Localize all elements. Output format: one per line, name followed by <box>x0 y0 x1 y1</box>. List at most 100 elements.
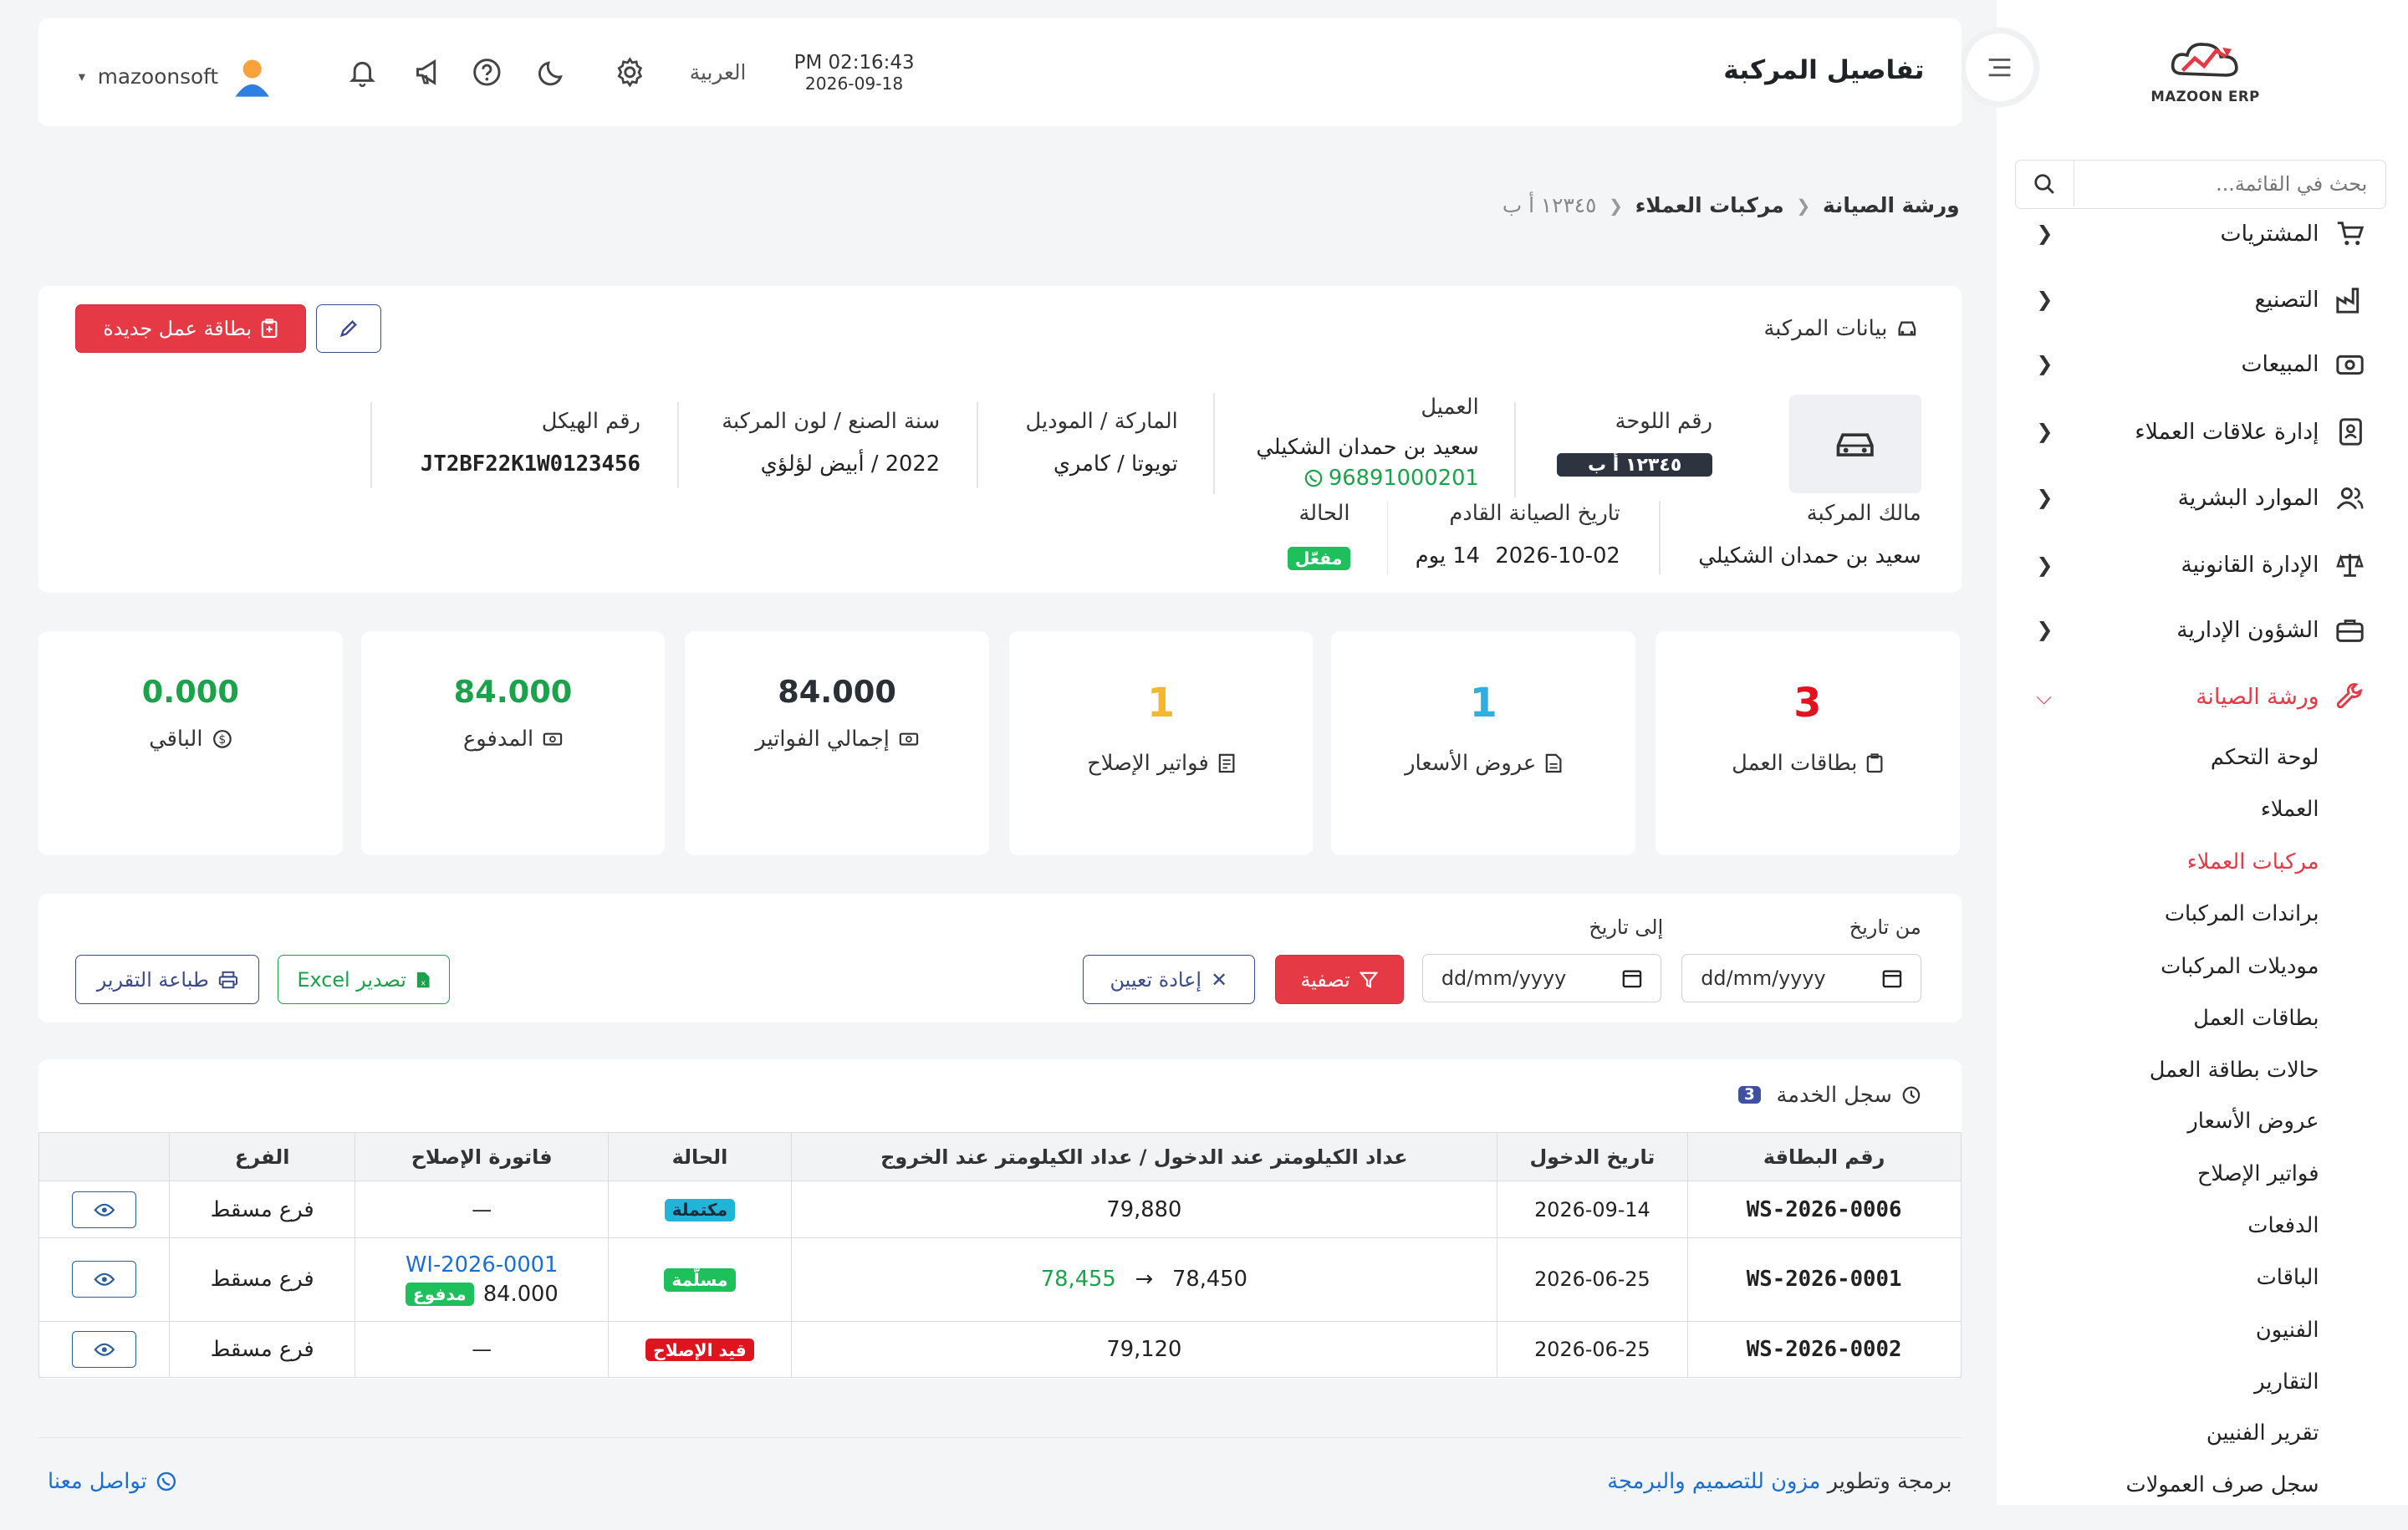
stat-repair-invoices[interactable]: 1 فواتير الإصلاح <box>1008 630 1314 856</box>
service-log-card: سجل الخدمة 3 رقم البطاقة تاريخ الدخول عد… <box>38 1059 1962 1380</box>
clipboard-icon <box>1867 753 1883 773</box>
sidebar-subitem-customer-vehicles[interactable]: مركبات العملاء <box>2187 849 2319 875</box>
status-badge: مفعّل <box>1287 545 1350 570</box>
chevron-left-icon: ❮ <box>2036 420 2053 444</box>
search-icon[interactable] <box>2016 161 2074 207</box>
view-button[interactable] <box>71 1261 137 1298</box>
page-title: تفاصيل المركبة <box>1723 55 1925 86</box>
sidebar-item-admin-affairs[interactable]: الشؤون الإدارية ❮ <box>1997 602 2408 657</box>
column-header-entry-date[interactable]: تاريخ الدخول <box>1497 1131 1688 1182</box>
cell-repair-invoice: — <box>355 1320 610 1379</box>
sidebar-toggle-button[interactable] <box>1966 33 2033 102</box>
vin-value: JT2BF22K1W0123456 <box>420 451 640 477</box>
megaphone-icon[interactable] <box>411 55 445 89</box>
invoice-amount: 84.000 <box>482 1282 559 1308</box>
service-log-count-badge: 3 <box>1737 1086 1762 1104</box>
file-excel-icon: x <box>416 972 430 987</box>
sidebar-item-sales[interactable]: المبيعات ❮ <box>1997 336 2408 391</box>
column-header-repair-invoice[interactable]: فاتورة الإصلاح <box>355 1131 610 1182</box>
moon-icon[interactable] <box>536 55 569 89</box>
contact-us-link[interactable]: تواصل معنا <box>48 1469 176 1494</box>
column-header-status[interactable]: الحالة <box>608 1131 792 1182</box>
new-job-card-button[interactable]: بطاقة عمل جديدة <box>75 303 306 354</box>
sidebar-item-crm[interactable]: إدارة علاقات العملاء ❮ <box>1997 404 2408 459</box>
divider <box>1213 393 1215 495</box>
service-log-title-text: سجل الخدمة <box>1776 1082 1892 1108</box>
calendar-icon <box>1623 970 1642 988</box>
sidebar-subitem-reports[interactable]: التقارير <box>2254 1369 2319 1395</box>
sidebar-item-hr[interactable]: الموارد البشرية ❮ <box>1997 470 2408 525</box>
sidebar-subitem-vehicle-models[interactable]: موديلات المركبات <box>2161 954 2319 979</box>
document-icon <box>1546 753 1562 773</box>
sidebar-subitem-technicians[interactable]: الفنيون <box>2256 1318 2319 1343</box>
header: تفاصيل المركبة PM 02:16:43 2026-09-18 ال… <box>38 18 1962 126</box>
cell-repair-invoice: WI-2026-0001 84.000 مدفوع <box>355 1237 610 1322</box>
sidebar-item-manufacturing[interactable]: التصنيع ❮ <box>1997 272 2408 327</box>
sidebar-subitem-commission-log[interactable]: سجل صرف العمولات <box>2126 1472 2319 1497</box>
column-header-card-no[interactable]: رقم البطاقة <box>1686 1131 1962 1182</box>
cell-card-no[interactable]: WS-2026-0006 <box>1686 1181 1962 1239</box>
sidebar-item-legal[interactable]: الإدارة القانونية ❮ <box>1997 538 2408 593</box>
scale-icon <box>2334 550 2365 581</box>
cell-odometer: 78,450 → 78,455 <box>790 1237 1498 1322</box>
sidebar-search-input[interactable] <box>2078 161 2370 207</box>
breadcrumb-item-current: ١٢٣٤٥ أ ب <box>1502 193 1597 218</box>
export-button-label: تصدير Excel <box>297 967 406 992</box>
stat-quotations[interactable]: 1 عروض الأسعار <box>1331 630 1636 856</box>
stat-label: إجمالي الفواتير <box>685 727 989 752</box>
footer-credit-link[interactable]: مزون للتصميم والبرمجة <box>1607 1469 1820 1494</box>
brand-model-value: تويوتا / كامري <box>1053 451 1178 477</box>
to-date-placeholder: dd/mm/yyyy <box>1441 966 1567 990</box>
column-header-branch[interactable]: الفرع <box>169 1131 356 1182</box>
sidebar-item-label: ورشة الصيانة <box>2196 684 2319 711</box>
user-menu[interactable]: ▾ mazoonsoft <box>79 55 274 98</box>
invoice-link[interactable]: WI-2026-0001 <box>357 1252 606 1278</box>
invoice-status-badge: مدفوع <box>405 1283 474 1306</box>
sidebar-subitem-packages[interactable]: الباقات <box>2257 1265 2319 1290</box>
from-date-input[interactable]: dd/mm/yyyy <box>1681 953 1921 1003</box>
language-switch[interactable]: العربية <box>690 60 747 84</box>
sidebar-subitem-job-cards[interactable]: بطاقات العمل <box>2193 1006 2319 1031</box>
eye-icon <box>94 1203 115 1216</box>
cell-card-no[interactable]: WS-2026-0001 <box>1686 1237 1962 1322</box>
cell-card-no[interactable]: WS-2026-0002 <box>1686 1320 1962 1379</box>
to-date-input[interactable]: dd/mm/yyyy <box>1421 953 1662 1003</box>
column-header-odometer[interactable]: عداد الكيلومتر عند الدخول / عداد الكيلوم… <box>790 1131 1498 1182</box>
stat-job-cards[interactable]: 3 بطاقات العمل <box>1656 630 1960 856</box>
footer: برمجة وتطوير مزون للتصميم والبرمجة تواصل… <box>38 1437 1962 1529</box>
sidebar-subitem-dashboard[interactable]: لوحة التحكم <box>2211 745 2319 770</box>
sidebar-subitem-technicians-report[interactable]: تقرير الفنيين <box>2206 1420 2319 1446</box>
view-button[interactable] <box>71 1330 137 1369</box>
customer-phone: 96891000201 <box>1328 465 1479 491</box>
sidebar-subitem-customers[interactable]: العملاء <box>2261 797 2319 822</box>
table-row: WS-2026-0006 2026-09-14 79,880 مكتملة — … <box>38 1181 1962 1239</box>
sidebar-subitem-job-card-statuses[interactable]: حالات بطاقة العمل <box>2150 1058 2319 1083</box>
customer-phone-link[interactable]: 96891000201 <box>1304 466 1479 491</box>
export-excel-button[interactable]: x تصدير Excel <box>278 955 451 1005</box>
bell-icon[interactable] <box>345 55 379 89</box>
breadcrumb-item-workshop[interactable]: ورشة الصيانة <box>1823 193 1960 217</box>
divider <box>370 402 372 489</box>
edit-vehicle-button[interactable] <box>316 303 381 354</box>
sidebar-subitem-quotations[interactable]: عروض الأسعار <box>2187 1109 2319 1134</box>
reset-button[interactable]: ✕ إعادة تعيين <box>1082 955 1255 1005</box>
filter-icon <box>1359 972 1378 988</box>
new-job-card-label: بطاقة عمل جديدة <box>103 317 253 341</box>
customer-name[interactable]: سعيد بن حمدان الشكيلي <box>1256 435 1478 460</box>
sidebar-subitem-vehicle-brands[interactable]: براندات المركبات <box>2165 901 2319 926</box>
sidebar-subitem-repair-invoices[interactable]: فواتير الإصلاح <box>2197 1161 2319 1186</box>
breadcrumb-item-customer-vehicles[interactable]: مركبات العملاء <box>1635 193 1784 217</box>
chevron-left-icon: ❮ <box>2036 486 2053 510</box>
sidebar-item-workshop[interactable]: ورشة الصيانة ⌵ <box>1997 670 2408 725</box>
print-report-button[interactable]: طباعة التقرير <box>75 955 260 1005</box>
filter-button[interactable]: تصفية <box>1274 955 1404 1005</box>
sidebar-item-label: الشؤون الإدارية <box>2176 616 2319 643</box>
eye-icon <box>94 1272 115 1286</box>
sidebar-subitem-payments[interactable]: الدفعات <box>2247 1213 2319 1238</box>
gear-icon[interactable] <box>613 55 646 89</box>
help-icon[interactable] <box>470 55 503 89</box>
sidebar-item-purchases[interactable]: المشتريات ❮ <box>1997 206 2408 261</box>
view-button[interactable] <box>71 1191 137 1228</box>
brand-logo[interactable]: MAZOON ERP <box>2150 37 2260 110</box>
divider <box>1514 402 1516 498</box>
